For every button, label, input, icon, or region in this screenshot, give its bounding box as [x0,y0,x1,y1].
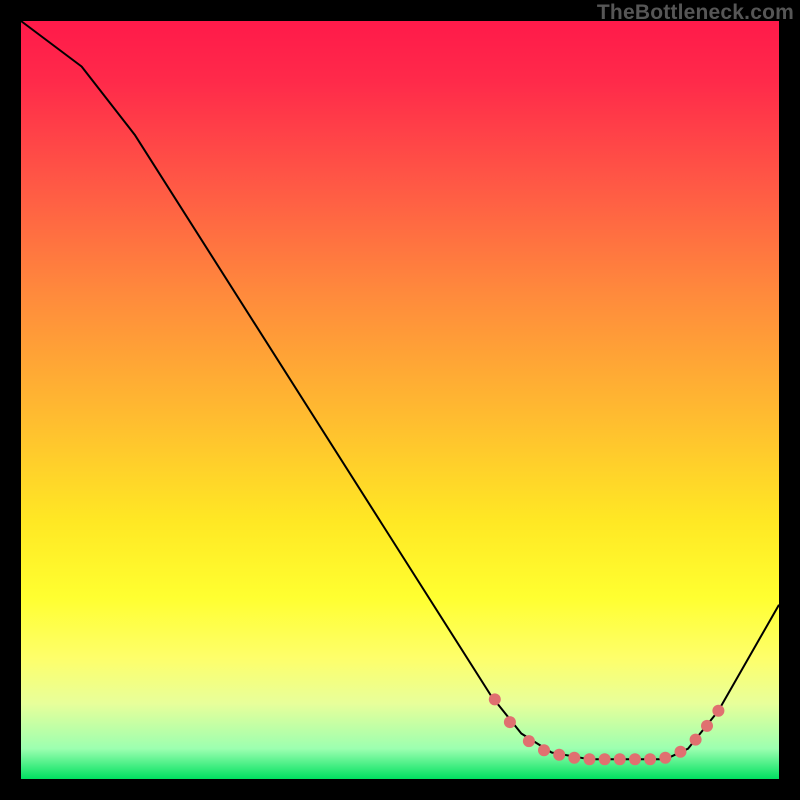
chart-marker [568,752,580,764]
watermark-text: TheBottleneck.com [597,2,794,23]
chart-marker [712,705,724,717]
chart-markers [489,693,725,765]
chart-marker [489,693,501,705]
chart-marker [599,753,611,765]
chart-marker [614,753,626,765]
chart-curve [21,21,779,759]
chart-marker [675,746,687,758]
chart-marker [523,735,535,747]
chart-plot-area [21,21,779,779]
chart-marker [504,716,516,728]
chart-marker [629,753,641,765]
chart-marker [690,734,702,746]
chart-marker [701,720,713,732]
chart-marker [553,749,565,761]
chart-stage: TheBottleneck.com [0,0,800,800]
chart-svg [21,21,779,779]
chart-marker [644,753,656,765]
chart-marker [659,752,671,764]
chart-marker [584,753,596,765]
chart-marker [538,744,550,756]
